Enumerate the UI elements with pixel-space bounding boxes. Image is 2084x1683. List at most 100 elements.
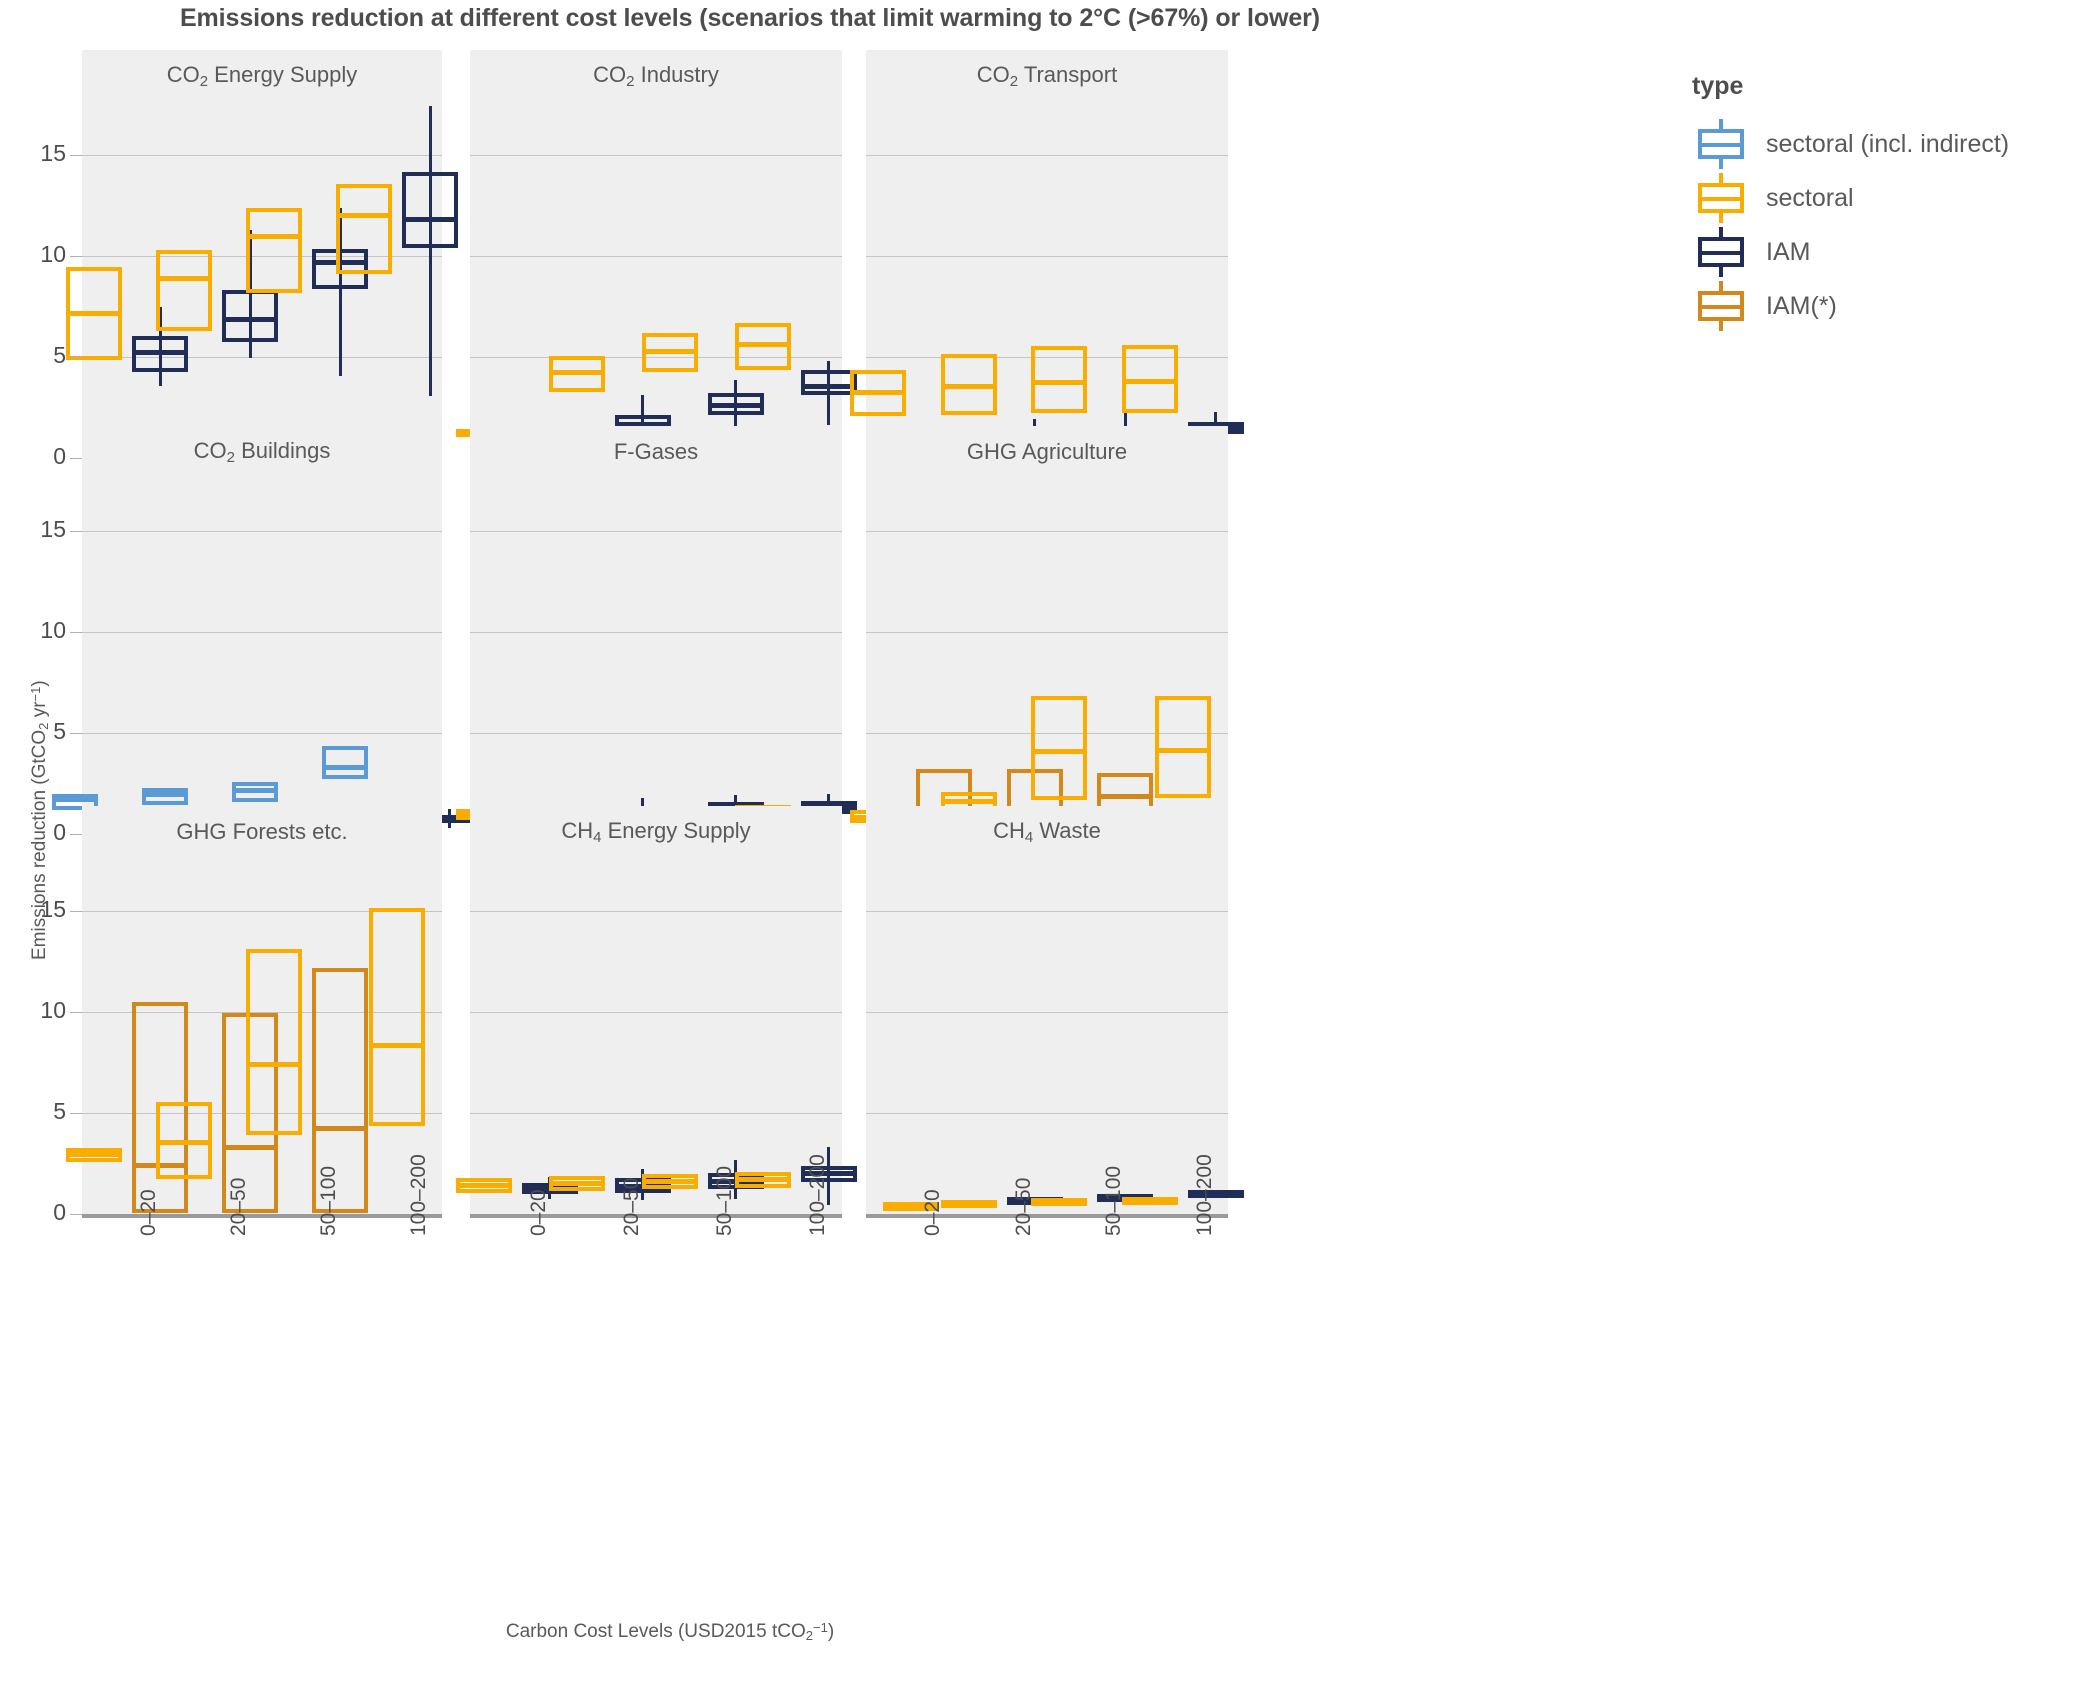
box-plot-box	[1031, 695, 1088, 800]
y-tick-mark	[70, 357, 82, 358]
x-tick-label: 20–50	[227, 1177, 250, 1236]
panel-title: CO2 Buildings	[82, 426, 442, 478]
y-tick-mark	[70, 632, 82, 633]
y-tick-label: 10	[40, 617, 66, 643]
gridline-10	[470, 632, 842, 633]
legend-median	[1698, 305, 1744, 309]
gridline-15	[470, 531, 842, 532]
panel-title-text: GHG Forests etc.	[176, 819, 348, 844]
y-axis-title: Emissions reduction (GtCO2 yr−1)	[28, 680, 51, 960]
box-plot-median	[402, 217, 458, 223]
panel-ghg-forests-etc-: GHG Forests etc.	[66, 806, 442, 1214]
box-plot-median	[850, 389, 907, 395]
box-plot-median	[641, 349, 698, 355]
y-tick-mark	[70, 155, 82, 156]
box-plot-box	[336, 184, 392, 275]
panel-title-text: F-Gases	[613, 439, 699, 464]
box-plot-median	[1154, 747, 1211, 753]
box-plot-median	[940, 1199, 997, 1205]
box-plot-median	[156, 275, 212, 281]
box-plot-median	[66, 1151, 122, 1157]
y-tick-mark	[70, 1012, 82, 1013]
box-plot-box	[1154, 695, 1211, 798]
box-plot-median	[52, 797, 98, 803]
y-tick-label: 10	[40, 997, 66, 1023]
box-plot-box	[222, 290, 278, 342]
panel-title: CO2 Energy Supply	[82, 50, 442, 102]
legend-median	[1698, 251, 1744, 255]
box-plot-median	[707, 402, 764, 408]
gridline-5	[866, 1113, 1228, 1114]
y-tick-label: 15	[40, 140, 66, 166]
box-plot-box	[402, 172, 458, 248]
box-plot-median	[312, 1125, 368, 1131]
panel-title: GHG Agriculture	[866, 426, 1228, 478]
gridline-15	[470, 155, 842, 156]
box-plot-median	[940, 799, 997, 805]
box-plot-median	[800, 383, 857, 389]
panel-title-text: CO2 Transport	[976, 62, 1118, 90]
box-plot-median	[1031, 1198, 1088, 1204]
panel-f-gases: F-Gases	[455, 426, 857, 834]
legend-item-sectoral-indirect[interactable]: sectoral (incl. indirect)	[1692, 117, 2009, 171]
panel-ghg-agriculture: GHG Agriculture	[850, 426, 1228, 834]
plot-area	[455, 102, 857, 458]
gridline-5	[470, 1113, 842, 1114]
y-tick-mark	[70, 458, 82, 459]
gridline-10	[866, 256, 1228, 257]
gridline-10	[82, 632, 442, 633]
box-plot-median	[1031, 748, 1088, 754]
plot-area	[455, 478, 857, 834]
legend-item-iam[interactable]: IAM	[1692, 225, 2009, 279]
gridline-10	[470, 256, 842, 257]
box-plot-median	[1097, 794, 1154, 800]
x-tick-label: 0–20	[526, 1189, 550, 1236]
box-whisker	[428, 105, 432, 397]
gridline-15	[470, 911, 842, 912]
box-plot-median	[132, 350, 188, 356]
gridline-10	[470, 1012, 842, 1013]
box-plot-median	[156, 1139, 212, 1145]
panel-title-text: GHG Agriculture	[966, 439, 1128, 464]
gridline-15	[866, 155, 1228, 156]
box-plot-median	[232, 788, 278, 794]
gridline-15	[82, 531, 442, 532]
legend-item-iam-star[interactable]: IAM(*)	[1692, 279, 2009, 333]
panel-ch4-waste: CH4 Waste	[866, 806, 1244, 1214]
gridline-5	[470, 733, 842, 734]
axis-baseline	[82, 1214, 442, 1218]
plot-area	[66, 858, 442, 1214]
plot-area	[866, 858, 1244, 1214]
panel-title: F-Gases	[470, 426, 842, 478]
legend-item-sectoral[interactable]: sectoral	[1692, 171, 2009, 225]
box-plot-median	[734, 1177, 791, 1183]
box-plot-box	[322, 746, 368, 780]
y-tick-mark	[70, 1214, 82, 1215]
box-plot-median	[222, 317, 278, 323]
box-plot-box	[156, 249, 212, 331]
box-plot-median	[222, 1144, 278, 1150]
box-plot-median	[66, 311, 122, 317]
y-tick-mark	[70, 1113, 82, 1114]
box-plot-median	[548, 1181, 605, 1187]
panel-co2-buildings: CO2 Buildings	[52, 426, 472, 837]
box-plot-median	[548, 369, 605, 375]
box-plot-box	[246, 949, 302, 1136]
y-tick-label: 0	[53, 1199, 66, 1225]
box-plot-median	[322, 764, 368, 770]
figure-title-text: Emissions reduction at different cost le…	[179, 4, 1321, 32]
x-tick-label: 0–20	[921, 1189, 945, 1236]
panel-title-text: CO2 Industry	[593, 62, 719, 90]
y-tick-mark	[70, 911, 82, 912]
y-tick-mark	[70, 531, 82, 532]
panel-co2-energy-supply: CO2 Energy Supply	[66, 50, 458, 458]
gridline-5	[82, 733, 442, 734]
x-tick-label: 100–200	[1192, 1154, 1216, 1236]
box-plot-median	[1121, 378, 1178, 384]
panel-title: GHG Forests etc.	[82, 806, 442, 858]
box-plot-median	[455, 1183, 512, 1189]
plot-area	[52, 478, 472, 837]
y-tick-mark	[70, 733, 82, 734]
legend-swatch-sectoral-icon	[1692, 171, 1750, 225]
panel-title: CO2 Transport	[866, 50, 1228, 102]
